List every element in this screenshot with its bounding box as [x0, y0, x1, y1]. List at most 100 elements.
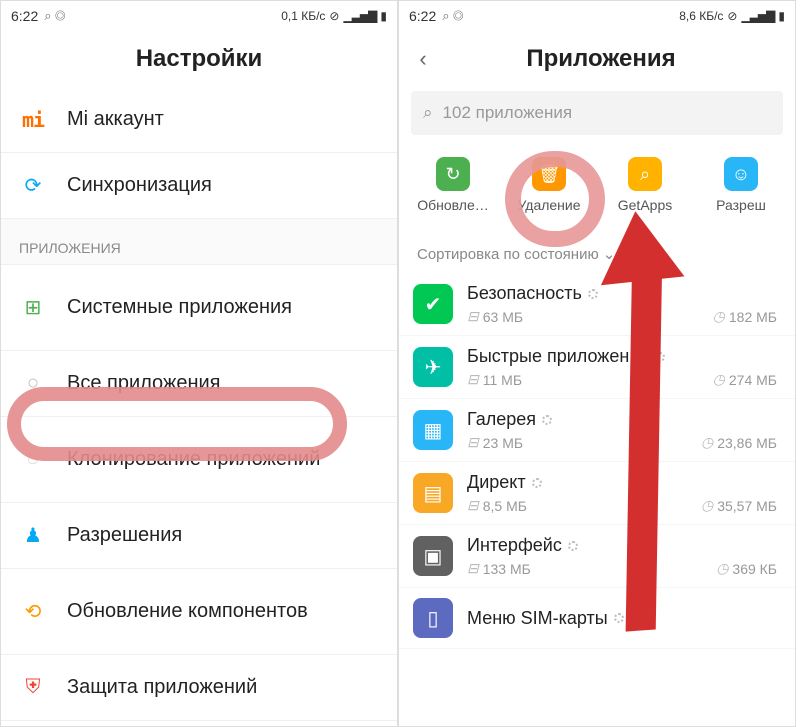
sync-icon: ⟳ [19, 172, 47, 200]
row-label: Разрешения [67, 523, 182, 548]
section-header-apps: ПРИЛОЖЕНИЯ [1, 219, 397, 265]
clock-icon [713, 308, 725, 325]
sort-dropdown[interactable]: Сортировка по состоянию ⌄ [399, 223, 795, 273]
status-signal-icon: ▁▃▅▇ [741, 9, 774, 23]
app-size: 8,5 МБ [483, 498, 527, 514]
search-placeholder: 102 приложения [443, 103, 573, 123]
permissions-icon: ♟ [19, 522, 47, 550]
clock-icon [701, 434, 713, 451]
app-name: Быстрые приложения [467, 346, 649, 367]
clock-icon [701, 497, 713, 514]
search-icon: ⌕ [423, 103, 433, 123]
status-battery-icon: ▮ [778, 9, 785, 23]
status-net: 8,6 КБ/с [679, 9, 723, 23]
trash-icon: 🗑 [532, 157, 566, 191]
app-age: 274 МБ [729, 372, 777, 388]
row-mi-account[interactable]: mi Mi аккаунт [1, 87, 397, 153]
category-tabs: ↻ Обновле… 🗑 Удаление ⌕ GetApps ☺ Разреш [399, 143, 795, 223]
row-label: Обновление компонентов [67, 599, 308, 624]
settings-screen: 6:22 ⌕ ◎ 0,1 КБ/с ⊘ ▁▃▅▇ ▮ Настройки mi … [0, 0, 398, 727]
sort-label: Сортировка по состоянию [417, 246, 599, 263]
app-name: Директ [467, 472, 526, 493]
row-clone-apps[interactable]: ◌ Клонирование приложений [1, 417, 397, 503]
status-time: 6:22 [409, 8, 436, 24]
permissions-tab-icon: ☺ [724, 157, 758, 191]
page-title: Настройки [1, 31, 397, 87]
row-all-apps[interactable]: ○ Все приложения [1, 351, 397, 417]
app-name: Галерея [467, 409, 536, 430]
back-button[interactable]: ‹ [407, 43, 439, 75]
clock-icon [716, 560, 728, 577]
app-icon-gallery: ▦ [413, 410, 453, 450]
clone-icon: ◌ [19, 446, 47, 474]
loading-icon [614, 613, 624, 623]
tab-getapps[interactable]: ⌕ GetApps [597, 157, 693, 213]
getapps-icon: ⌕ [628, 157, 662, 191]
apps-header: ‹ Приложения [399, 31, 795, 87]
row-label: Все приложения [67, 371, 221, 396]
tab-label: Обновле… [417, 197, 489, 213]
status-left-icons: ⌕ ◎ [44, 8, 65, 24]
grid-icon: ⊞ [19, 294, 47, 322]
tab-permissions[interactable]: ☺ Разреш [693, 157, 789, 213]
app-row-interface[interactable]: ▣ Интерфейс 133 МБ 369 КБ [399, 525, 795, 588]
status-nodata-icon: ⊘ [329, 9, 339, 23]
status-bar: 6:22 ⌕ ◎ 0,1 КБ/с ⊘ ▁▃▅▇ ▮ [1, 1, 397, 31]
search-field[interactable]: ⌕ 102 приложения [411, 91, 783, 135]
storage-icon [467, 308, 479, 325]
app-icon-interface: ▣ [413, 536, 453, 576]
app-size: 23 МБ [483, 435, 523, 451]
app-icon-fastapps: ✈ [413, 347, 453, 387]
app-icon-security: ✔ [413, 284, 453, 324]
row-label: Системные приложения [67, 295, 292, 320]
app-age: 182 МБ [729, 309, 777, 325]
status-net: 0,1 КБ/с [281, 9, 325, 23]
shield-icon: ⛨ [19, 674, 47, 702]
clock-icon [713, 371, 725, 388]
app-icon-sim: ▯ [413, 598, 453, 638]
row-label: Mi аккаунт [67, 107, 164, 132]
loading-icon [588, 289, 598, 299]
row-component-update[interactable]: ⟲ Обновление компонентов [1, 569, 397, 655]
row-report[interactable]: ◷ Отчет [1, 721, 397, 727]
chevron-down-icon: ⌄ [603, 245, 616, 263]
app-size: 133 МБ [483, 561, 531, 577]
status-signal-icon: ▁▃▅▇ [343, 9, 376, 23]
status-right: 0,1 КБ/с ⊘ ▁▃▅▇ ▮ [281, 9, 387, 23]
tab-uninstall[interactable]: 🗑 Удаление [501, 157, 597, 213]
app-icon-direct: ▤ [413, 473, 453, 513]
page-title: Приложения [439, 45, 763, 73]
app-row-security[interactable]: ✔ Безопасность 63 МБ 182 МБ [399, 273, 795, 336]
app-name: Интерфейс [467, 535, 562, 556]
loading-icon [542, 415, 552, 425]
app-name: Меню SIM-карты [467, 608, 608, 629]
row-label: Защита приложений [67, 675, 257, 700]
row-system-apps[interactable]: ⊞ Системные приложения [1, 265, 397, 351]
row-sync[interactable]: ⟳ Синхронизация [1, 153, 397, 219]
status-battery-icon: ▮ [380, 9, 387, 23]
row-permissions[interactable]: ♟ Разрешения [1, 503, 397, 569]
tab-label: Разреш [716, 197, 766, 213]
status-nodata-icon: ⊘ [727, 9, 737, 23]
status-right: 8,6 КБ/с ⊘ ▁▃▅▇ ▮ [679, 9, 785, 23]
app-size: 63 МБ [483, 309, 523, 325]
loading-icon [568, 541, 578, 551]
app-row-fastapps[interactable]: ✈ Быстрые приложения 11 МБ 274 МБ [399, 336, 795, 399]
app-row-gallery[interactable]: ▦ Галерея 23 МБ 23,86 МБ [399, 399, 795, 462]
tab-label: Удаление [517, 197, 580, 213]
app-size: 11 МБ [483, 372, 522, 388]
app-row-direct[interactable]: ▤ Директ 8,5 МБ 35,57 МБ [399, 462, 795, 525]
storage-icon [467, 560, 479, 577]
tab-update[interactable]: ↻ Обновле… [405, 157, 501, 213]
storage-icon [467, 434, 479, 451]
update-icon: ⟲ [19, 598, 47, 626]
loading-icon [655, 352, 665, 362]
mi-logo-icon: mi [19, 106, 47, 134]
app-row-sim-menu[interactable]: ▯ Меню SIM-карты [399, 588, 795, 649]
app-name: Безопасность [467, 283, 582, 304]
row-label: Синхронизация [67, 173, 212, 198]
row-app-protection[interactable]: ⛨ Защита приложений [1, 655, 397, 721]
apps-screen: 6:22 ⌕ ◎ 8,6 КБ/с ⊘ ▁▃▅▇ ▮ ‹ Приложения … [398, 0, 796, 727]
storage-icon [467, 371, 479, 388]
storage-icon [467, 497, 479, 514]
